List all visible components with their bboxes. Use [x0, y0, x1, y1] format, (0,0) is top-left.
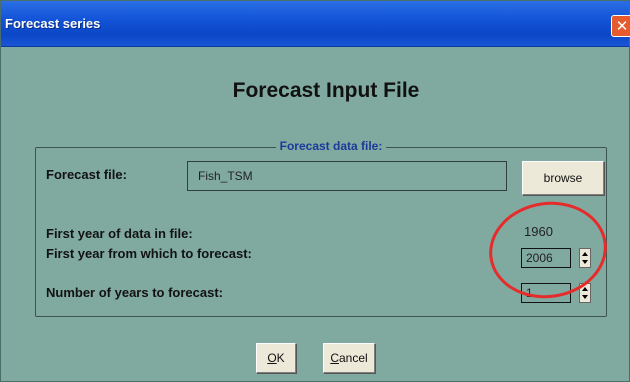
forecast-file-value: Fish_TSM: [198, 169, 253, 183]
first-year-data-label: First year of data in file:: [46, 226, 193, 241]
ok-button[interactable]: OK: [256, 343, 296, 373]
page-title: Forecast Input File: [232, 79, 420, 102]
title-bar[interactable]: Forecast series ✕: [1, 1, 630, 47]
browse-button[interactable]: browse: [522, 161, 604, 195]
forecast-file-field[interactable]: Fish_TSM: [187, 161, 507, 191]
window-title: Forecast series: [5, 16, 101, 31]
first-year-forecast-label: First year from which to forecast:: [46, 246, 252, 261]
cancel-button[interactable]: Cancel: [323, 343, 375, 373]
spin-up-icon[interactable]: [582, 287, 588, 291]
forecast-series-dialog: Forecast series ✕ Forecast Input File Fo…: [0, 0, 630, 382]
close-icon: ✕: [615, 17, 629, 35]
group-legend: Forecast data file:: [1, 137, 630, 155]
close-button[interactable]: ✕: [611, 15, 630, 37]
spin-down-icon[interactable]: [582, 295, 588, 299]
num-years-label: Number of years to forecast:: [46, 285, 223, 300]
forecast-file-label: Forecast file:: [46, 167, 127, 182]
